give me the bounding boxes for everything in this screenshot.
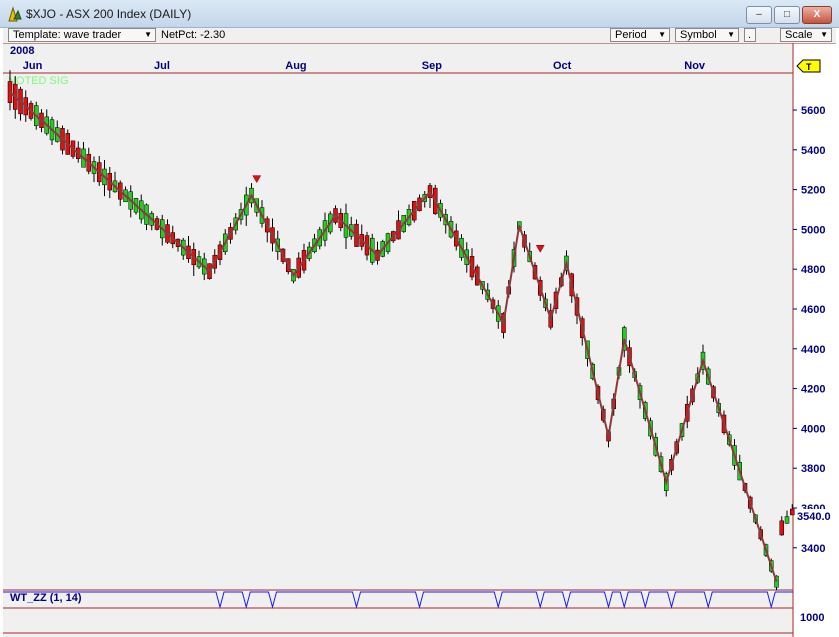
chevron-down-icon: ▼	[727, 30, 735, 39]
t-marker-text: T	[806, 62, 812, 72]
y-tick-label: 4000	[801, 423, 825, 435]
period-dropdown[interactable]: Period ▼	[610, 28, 670, 42]
maximize-button[interactable]: □	[774, 6, 800, 24]
candle-down	[790, 508, 795, 516]
dot-button[interactable]: .	[744, 28, 756, 42]
y-tick-label: 5400	[801, 145, 825, 157]
indicator-label: WT_ZZ (1, 14)	[10, 592, 82, 604]
x-tick-label: Aug	[285, 60, 306, 72]
y-tick-label: 5600	[801, 105, 825, 117]
x-tick-label: Sep	[422, 60, 442, 72]
y-tick-label: 4200	[801, 384, 825, 396]
chart-app-icon	[8, 6, 22, 22]
x-tick-label: Jun	[23, 60, 43, 72]
window-title: $XJO - ASX 200 Index (DAILY)	[26, 7, 192, 21]
chart-toolbar: Template: wave trader ▼ NetPct: -2.30 Pe…	[3, 28, 836, 43]
y-tick-label: 3800	[801, 463, 825, 475]
y-tick-label: 5000	[801, 224, 825, 236]
x-tick-label: Oct	[553, 60, 572, 72]
current-price-label: 3540.0	[797, 511, 831, 523]
close-button[interactable]: X	[802, 6, 832, 24]
y-tick-label: 5200	[801, 185, 825, 197]
plot-background	[3, 43, 793, 637]
chevron-down-icon: ▼	[144, 30, 152, 39]
y-tick-label: 3400	[801, 543, 825, 555]
symbol-dropdown[interactable]: Symbol ▼	[675, 28, 739, 42]
netpct-label: NetPct: -2.30	[161, 29, 226, 41]
template-label: Template: wave trader	[13, 29, 122, 41]
indicator-axis-label: 1000	[800, 612, 824, 624]
candle-up	[784, 516, 790, 524]
minimize-button[interactable]: –	[746, 6, 772, 24]
scale-label: Scale	[785, 29, 813, 41]
scale-dropdown[interactable]: Scale ▼	[780, 28, 832, 42]
chart-area[interactable]: 2008 JunJulAugSepOctNov NOTED SIG 340036…	[3, 42, 836, 637]
template-dropdown[interactable]: Template: wave trader ▼	[8, 28, 156, 42]
x-tick-label: Nov	[684, 60, 706, 72]
x-tick-label: Jul	[154, 60, 170, 72]
period-label: Period	[615, 29, 647, 41]
y-tick-label: 4400	[801, 344, 825, 356]
chevron-down-icon: ▼	[658, 30, 666, 39]
symbol-label: Symbol	[680, 29, 717, 41]
chevron-down-icon: ▼	[820, 30, 828, 39]
price-chart[interactable]: 2008 JunJulAugSepOctNov NOTED SIG 340036…	[3, 42, 836, 637]
current-price-tag: 3540.0	[795, 509, 835, 523]
candle-down	[779, 520, 784, 536]
year-label: 2008	[10, 45, 34, 57]
window-titlebar: $XJO - ASX 200 Index (DAILY) – □ X	[0, 0, 839, 28]
y-tick-label: 4800	[801, 264, 825, 276]
y-tick-label: 4600	[801, 304, 825, 316]
